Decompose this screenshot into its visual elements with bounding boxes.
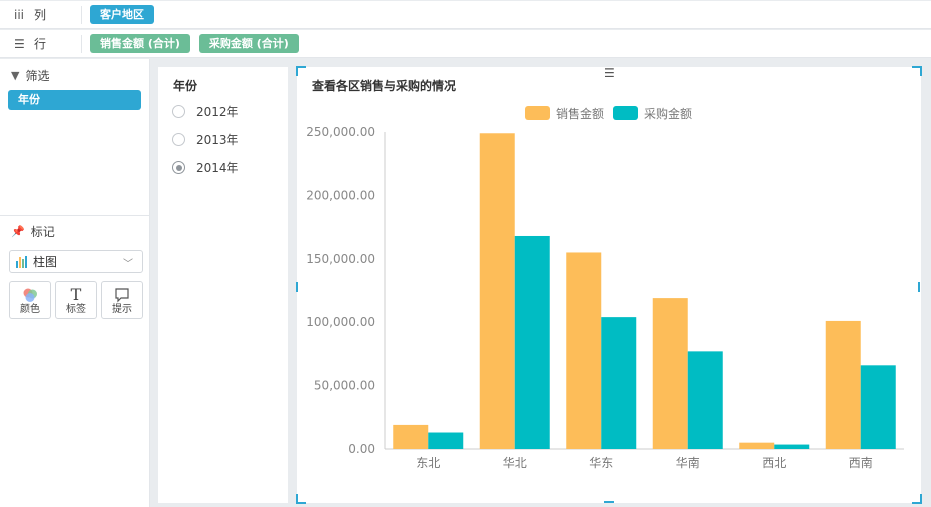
legend-swatch-purchase	[613, 106, 638, 120]
rows-pill-purchase-sum[interactable]: 采购金额 (合计)	[198, 34, 299, 53]
radio-2012[interactable]	[172, 105, 185, 118]
year-filter-card: 年份 2012年 2013年 2014年	[158, 67, 288, 503]
x-tick-label: 华南	[676, 455, 700, 470]
bar-sales	[739, 442, 775, 449]
resize-handle-left[interactable]	[296, 282, 298, 292]
legend-swatch-sales	[525, 106, 550, 120]
columns-pill-customer-region[interactable]: 客户地区	[90, 5, 154, 24]
year-option-2014[interactable]: 2014年	[172, 159, 239, 176]
columns-shelf-label: iii 列	[0, 5, 82, 24]
x-tick-label: 东北	[416, 456, 440, 470]
y-tick-label: 0.00	[348, 442, 375, 456]
bar-purchase	[514, 235, 550, 449]
selection-corner-top-left[interactable]	[296, 66, 306, 76]
year-option-2012[interactable]: 2012年	[172, 103, 239, 120]
bar-purchase	[428, 432, 464, 449]
bar-chart-icon	[16, 255, 28, 268]
tooltip-button[interactable]: 提示	[101, 281, 143, 319]
bar-sales	[825, 320, 861, 449]
rows-pill-sales-sum[interactable]: 销售金额 (合计)	[90, 34, 190, 53]
speech-bubble-icon	[102, 284, 142, 304]
year-filter-title: 年份	[173, 79, 198, 93]
left-panel: ▼ 筛选 年份 📌 标记 柱图 ﹀ 颜色 T 标签 提示	[0, 59, 150, 507]
columns-icon: iii	[14, 7, 25, 22]
selection-corner-bottom-left[interactable]	[296, 494, 306, 504]
resize-handle-right[interactable]	[918, 282, 920, 292]
bar-purchase	[860, 365, 896, 449]
radio-2014[interactable]	[172, 161, 185, 174]
text-t-icon: T	[70, 285, 82, 304]
x-tick-label: 西南	[849, 455, 873, 470]
x-tick-label: 华东	[589, 456, 613, 470]
legend-label-purchase: 采购金额	[644, 106, 692, 121]
color-button[interactable]: 颜色	[9, 281, 51, 319]
filter-section-title: ▼ 筛选	[11, 68, 50, 83]
chart-card[interactable]: 查看各区销售与采购的情况 ☰ 0.00 50,000.00 100,000.00 15…	[297, 67, 921, 503]
chevron-down-icon: ﹀	[123, 259, 133, 270]
bar-purchase	[687, 351, 723, 449]
pin-icon: 📌	[11, 224, 25, 238]
y-tick-label: 150,000.00	[306, 252, 375, 266]
mark-type-select[interactable]: 柱图 ﹀	[9, 250, 143, 273]
y-tick-label: 200,000.00	[306, 188, 375, 202]
x-tick-label: 西北	[762, 456, 786, 470]
rows-shelf-label: ☰ 行	[0, 34, 82, 53]
y-tick-label: 50,000.00	[314, 379, 375, 393]
columns-shelf: iii 列 客户地区	[0, 1, 931, 29]
y-tick-label: 100,000.00	[306, 315, 375, 329]
filter-pill-year[interactable]: 年份	[8, 90, 141, 110]
bar-sales	[652, 298, 688, 449]
filter-funnel-icon: ▼	[11, 68, 20, 82]
radio-2013[interactable]	[172, 133, 185, 146]
bar-purchase	[774, 444, 810, 449]
rows-icon: ☰	[14, 36, 25, 51]
bar-chart: 0.00 50,000.00 100,000.00 150,000.00 200,000…	[306, 106, 904, 470]
bar-sales	[566, 252, 602, 449]
rows-shelf: ☰ 行 销售金额 (合计) 采购金额 (合计)	[0, 30, 931, 58]
marks-section-title: 📌 标记	[11, 224, 55, 239]
color-palette-icon	[10, 284, 50, 304]
bar-purchase	[601, 317, 637, 449]
legend-label-sales: 销售金额	[556, 106, 604, 121]
selection-corner-bottom-right[interactable]	[912, 494, 922, 504]
label-button[interactable]: T 标签	[55, 281, 97, 319]
bar-sales	[479, 133, 515, 449]
year-option-2013[interactable]: 2013年	[172, 131, 239, 148]
x-tick-label: 华北	[503, 456, 527, 470]
selection-corner-top-right[interactable]	[912, 66, 922, 76]
resize-handle-bottom[interactable]	[604, 501, 614, 503]
y-tick-label: 250,000.00	[306, 125, 375, 139]
panel-divider	[0, 215, 150, 216]
bar-sales	[393, 424, 429, 449]
